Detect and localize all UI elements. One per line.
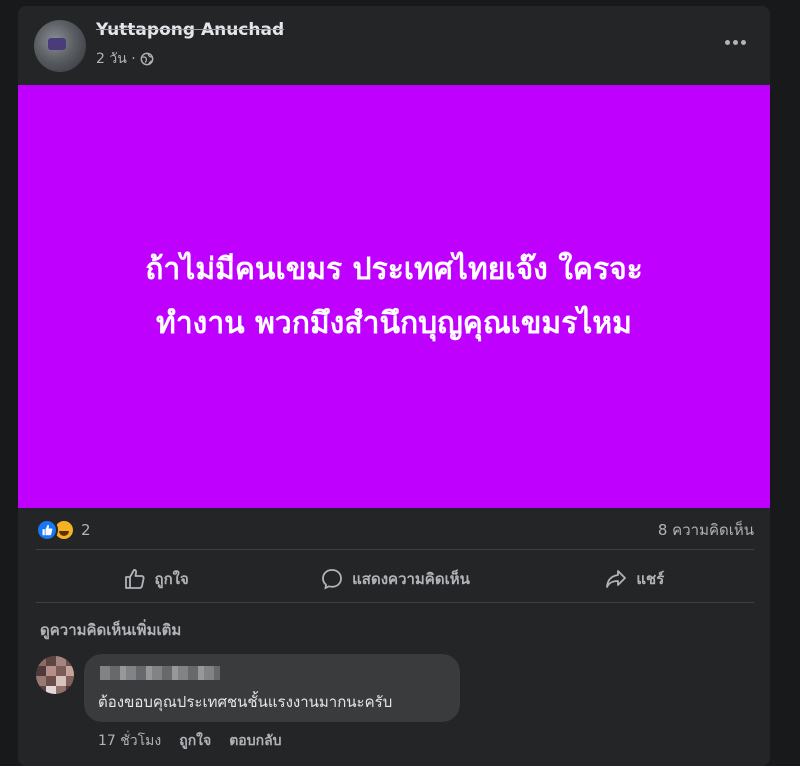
share-button[interactable]: แชร์ (515, 556, 754, 602)
comment-text: ต้องขอบคุณประเทศชนชั้นแรงงานมากนะครับ (98, 693, 393, 711)
comment-bubble-icon (322, 569, 343, 590)
share-arrow-icon (606, 570, 627, 588)
post-header: Yuttapong Anuchad 2 วัน · (18, 6, 770, 84)
actions-row: ถูกใจ แสดงความคิดเห็น แชร์ (36, 556, 754, 602)
dot-icon (732, 39, 738, 45)
view-more-comments-link[interactable]: ดูความคิดเห็นเพิ่มเติม (40, 618, 181, 642)
post-time[interactable]: 2 วัน · (96, 48, 136, 70)
comment-reply-button[interactable]: ตอบกลับ (229, 730, 281, 752)
comment-bubble: ต้องขอบคุณประเทศชนชั้นแรงงานมากนะครับ (84, 654, 460, 722)
dot-icon (740, 39, 746, 45)
comment-actions: 17 ชั่วโมง ถูกใจ ตอบกลับ (98, 730, 282, 752)
globe-icon (140, 52, 154, 66)
comment-button[interactable]: แสดงความคิดเห็น (275, 556, 514, 602)
dot-icon (724, 39, 730, 45)
divider (36, 602, 754, 603)
like-icon (36, 519, 58, 541)
author-avatar[interactable] (34, 20, 86, 72)
post-background: ถ้าไม่มีคนเขมร ประเทศไทยเจ๊ง ใครจะ ทำงาน… (18, 85, 770, 508)
like-label: ถูกใจ (154, 570, 189, 588)
share-label: แชร์ (636, 570, 665, 588)
commenter-avatar[interactable] (36, 656, 74, 694)
comment-time[interactable]: 17 ชั่วโมง (98, 730, 161, 752)
post-meta: 2 วัน · (96, 48, 154, 70)
like-button[interactable]: ถูกใจ (36, 556, 275, 602)
divider (36, 549, 754, 550)
more-options-button[interactable] (720, 32, 750, 52)
comment-like-button[interactable]: ถูกใจ (179, 730, 211, 752)
comments-count[interactable]: 8 ความคิดเห็น (658, 518, 754, 542)
post-card: Yuttapong Anuchad 2 วัน · ถ้าไม่มีคนเขมร… (18, 6, 770, 766)
comment-label: แสดงความคิดเห็น (352, 570, 470, 588)
post-text: ถ้าไม่มีคนเขมร ประเทศไทยเจ๊ง ใครจะ ทำงาน… (145, 251, 643, 341)
commenter-name-blurred[interactable] (100, 666, 220, 680)
thumbs-up-icon (124, 569, 145, 589)
reaction-count[interactable]: 2 (81, 521, 91, 539)
reaction-summary[interactable]: 2 (36, 519, 91, 541)
author-name[interactable]: Yuttapong Anuchad (96, 20, 284, 40)
reactions-row: 2 8 ความคิดเห็น (36, 514, 754, 546)
